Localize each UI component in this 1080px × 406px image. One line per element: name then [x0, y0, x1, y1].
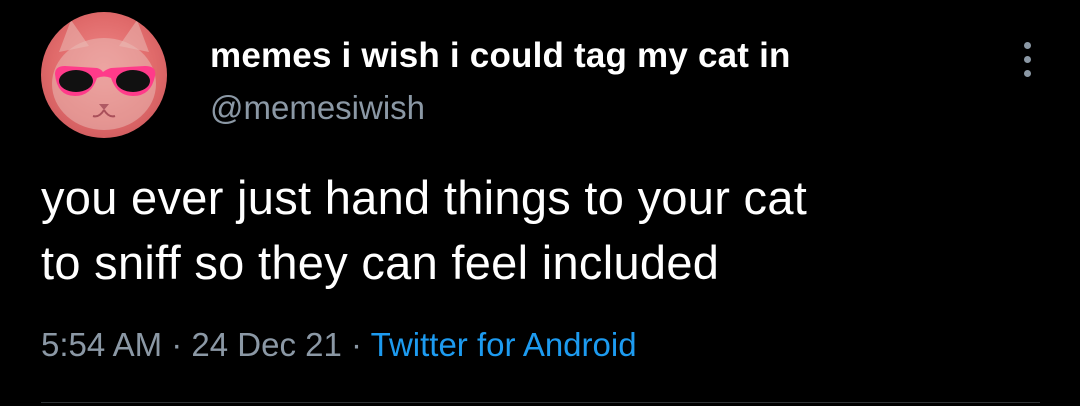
- more-options-icon[interactable]: [1016, 36, 1040, 84]
- tweet-text: you ever just hand things to your cat to…: [41, 165, 1041, 295]
- meta-separator: ·: [171, 326, 183, 363]
- divider: [41, 402, 1040, 403]
- avatar[interactable]: [41, 12, 167, 138]
- tweet-date[interactable]: 24 Dec 21: [191, 326, 341, 363]
- tweet-text-line: to sniff so they can feel included: [41, 236, 720, 289]
- meta-separator: ·: [351, 326, 363, 363]
- tweet-source-link[interactable]: Twitter for Android: [371, 326, 637, 363]
- tweet-time[interactable]: 5:54 AM: [41, 326, 162, 363]
- cat-avatar-icon: [52, 20, 156, 130]
- tweet-text-line: you ever just hand things to your cat: [41, 171, 808, 224]
- tweet-metadata: 5:54 AM · 24 Dec 21 · Twitter for Androi…: [41, 326, 637, 364]
- tweet-card: memes i wish i could tag my cat in @meme…: [0, 0, 1080, 406]
- author-handle[interactable]: @memesiwish: [210, 89, 425, 127]
- author-name[interactable]: memes i wish i could tag my cat in: [210, 36, 791, 76]
